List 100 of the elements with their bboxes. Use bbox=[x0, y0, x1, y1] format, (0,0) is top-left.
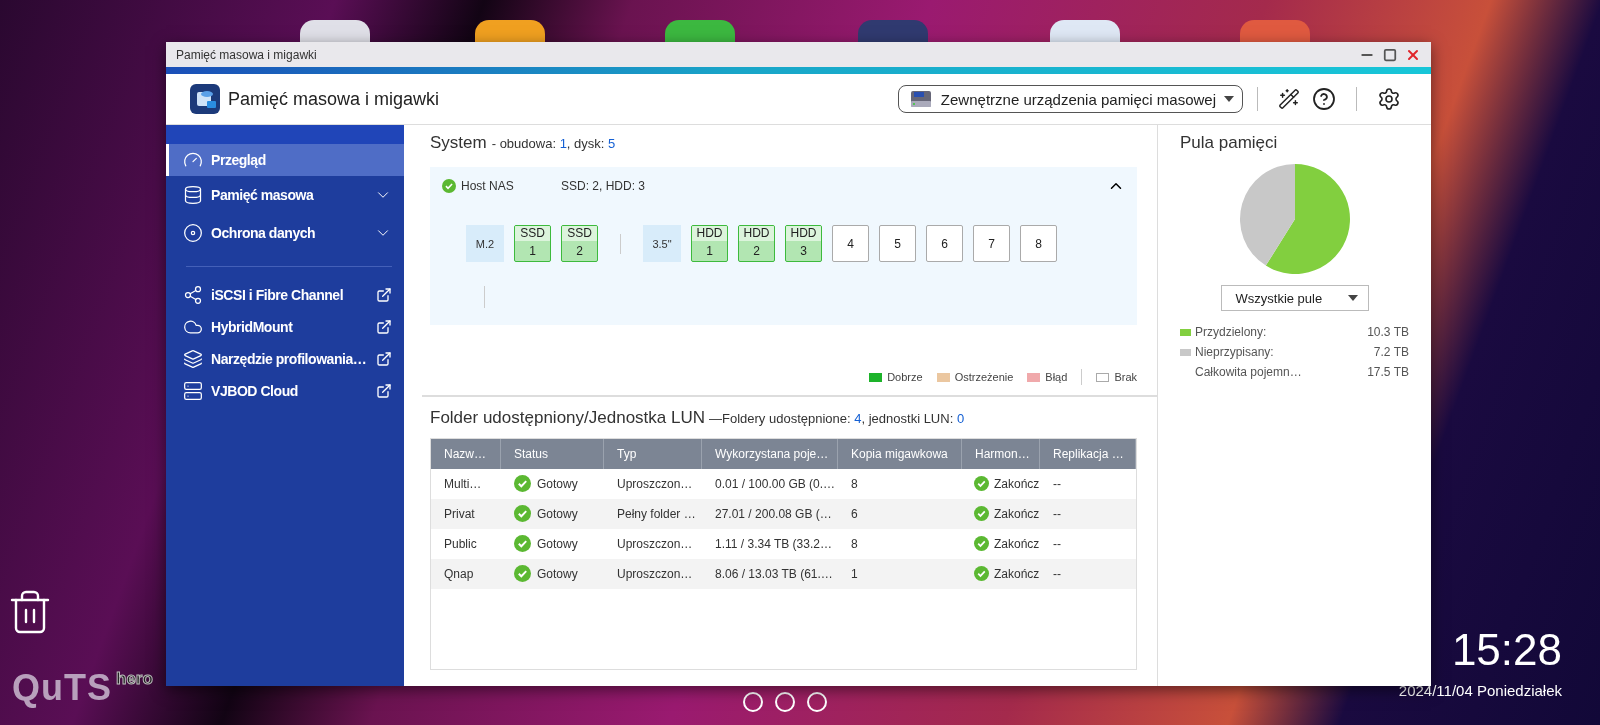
slot-number: 3 bbox=[799, 243, 808, 260]
sidebar-item[interactable]: VJBOD Cloud bbox=[166, 375, 404, 407]
table-cell-text: -- bbox=[1052, 475, 1062, 493]
table-cell-text: Multi… bbox=[443, 475, 483, 493]
schedule-text: Zakończ bbox=[994, 506, 1040, 521]
table-cell-text: Pełny folder … bbox=[616, 505, 697, 523]
sidebar-item-label: Przegląd bbox=[211, 152, 267, 168]
check-circle-icon bbox=[974, 566, 989, 581]
empty-slot[interactable]: 8 bbox=[1020, 225, 1057, 262]
slot-number: 2 bbox=[575, 243, 584, 260]
app-icon[interactable] bbox=[1050, 20, 1120, 42]
check-circle-icon bbox=[974, 476, 989, 491]
table-cell-text: 6 bbox=[850, 505, 859, 523]
sidebar-item-icon bbox=[183, 381, 203, 401]
disk-slot[interactable]: HDD 1 bbox=[691, 225, 728, 262]
app-title: Pamięć masowa i migawki bbox=[228, 88, 441, 110]
clock-time: 15:28 bbox=[1451, 628, 1562, 672]
sidebar-item[interactable]: iSCSI i Fibre Channel bbox=[166, 279, 404, 311]
sidebar-item[interactable]: Narzędzie profilowania… bbox=[166, 343, 404, 375]
sidebar-item-label: iSCSI i Fibre Channel bbox=[211, 287, 345, 303]
dock-icon[interactable] bbox=[775, 692, 795, 712]
bay-type-label: 3.5" bbox=[643, 225, 681, 262]
table-cell-text: -- bbox=[1052, 535, 1062, 553]
schedule-text: Zakończ bbox=[994, 476, 1040, 491]
table-cell-text: -- bbox=[1052, 505, 1062, 523]
logo-subtext: hero bbox=[116, 670, 153, 687]
caret-icon bbox=[1224, 96, 1234, 102]
app-logo-icon bbox=[190, 84, 220, 114]
disk-slot[interactable]: SSD 1 bbox=[514, 225, 551, 262]
status-text: Gotowy bbox=[537, 536, 578, 551]
settings-icon[interactable] bbox=[1377, 87, 1401, 111]
legend-label: Brak bbox=[1114, 371, 1137, 383]
dock-icon[interactable] bbox=[807, 692, 827, 712]
sidebar-item[interactable]: Przegląd bbox=[166, 144, 404, 176]
disk-slot[interactable]: HDD 2 bbox=[738, 225, 775, 262]
check-circle-icon bbox=[974, 506, 989, 521]
status-text: Gotowy bbox=[537, 476, 578, 491]
pool-dropdown[interactable]: Wszystkie pule bbox=[1220, 285, 1369, 311]
device-dropdown[interactable]: Zewnętrzne urządzenia pamięci masowej bbox=[897, 85, 1243, 113]
app-icon[interactable] bbox=[300, 20, 370, 42]
status-text: Gotowy bbox=[537, 506, 578, 521]
legend-label: Dobrze bbox=[887, 371, 923, 383]
sidebar-item-label: VJBOD Cloud bbox=[211, 383, 299, 399]
sidebar-item-label: Narzędzie profilowania… bbox=[211, 351, 368, 367]
app-icon[interactable] bbox=[475, 20, 545, 42]
table-cell-text: Uproszczon… bbox=[616, 535, 694, 553]
clock-date: 2024/11/04 Poniedziałek bbox=[1398, 682, 1562, 699]
empty-slot[interactable]: 4 bbox=[832, 225, 869, 262]
sidebar-item-icon bbox=[183, 285, 203, 305]
status-text: Gotowy bbox=[537, 566, 578, 581]
check-circle-icon bbox=[514, 475, 531, 492]
sidebar-item-label: HybridMount bbox=[211, 319, 294, 335]
sidebar-item[interactable]: Ochrona danych bbox=[166, 214, 404, 252]
bay-type-label: M.2 bbox=[466, 225, 504, 262]
dock-icon[interactable] bbox=[743, 692, 763, 712]
caret-icon bbox=[1347, 295, 1358, 301]
section-title: Folder udostępniony/Jednostka LUN bbox=[430, 408, 705, 428]
check-circle-icon bbox=[514, 565, 531, 582]
slot-number: 1 bbox=[705, 243, 714, 260]
empty-slot[interactable]: 5 bbox=[879, 225, 916, 262]
sidebar-item-label: Ochrona danych bbox=[211, 225, 317, 241]
help-icon[interactable] bbox=[1312, 87, 1336, 111]
table-cell-text: Uproszczon… bbox=[616, 475, 694, 493]
disk-slot[interactable]: HDD 3 bbox=[785, 225, 822, 262]
sidebar-item[interactable]: Pamięć masowa bbox=[166, 176, 404, 214]
sidebar-item-icon bbox=[183, 185, 203, 205]
sidebar-item[interactable]: HybridMount bbox=[166, 311, 404, 343]
table-cell-text: 27.01 / 200.08 GB (… bbox=[714, 505, 833, 523]
disk-slot[interactable]: SSD 2 bbox=[561, 225, 598, 262]
legend-label: Błąd bbox=[1045, 371, 1068, 383]
table-cell-text: 1.11 / 3.34 TB (33.2… bbox=[714, 535, 833, 553]
table-cell-text: Public bbox=[443, 535, 478, 553]
legend-label: Ostrzeżenie bbox=[954, 371, 1014, 383]
table-cell-text: 8 bbox=[850, 475, 859, 493]
sidebar-item-label: Pamięć masowa bbox=[211, 187, 315, 203]
empty-slot[interactable]: 7 bbox=[973, 225, 1010, 262]
logo-text: QuTS bbox=[12, 670, 112, 706]
table-cell-text: 1 bbox=[850, 565, 859, 583]
maximize-icon[interactable] bbox=[1383, 47, 1397, 62]
drive-icon bbox=[908, 89, 933, 109]
host-disk-summary: SSD: 2, HDD: 3 bbox=[561, 179, 647, 193]
stat-value: 7.2 TB bbox=[1373, 345, 1409, 359]
section-title: System bbox=[430, 133, 487, 153]
stat-label: Nieprzypisany: bbox=[1195, 345, 1275, 359]
sidebar-item-icon bbox=[183, 223, 203, 243]
wand-icon[interactable] bbox=[1278, 88, 1300, 110]
schedule-text: Zakończ bbox=[994, 536, 1040, 551]
disk-type: HDD bbox=[786, 226, 821, 241]
table-cell-text: Uproszczon… bbox=[616, 565, 694, 583]
empty-slot[interactable]: 6 bbox=[926, 225, 963, 262]
host-name: Host NAS bbox=[461, 179, 515, 193]
table-cell-text: 8 bbox=[850, 535, 859, 553]
external-link-icon bbox=[376, 351, 392, 367]
check-circle-icon bbox=[514, 505, 531, 522]
section-summary: —Foldery udostępnione: 4, jednostki LUN: 0 bbox=[709, 411, 965, 426]
disk-type: HDD bbox=[739, 226, 774, 241]
slot-number: 1 bbox=[528, 243, 537, 260]
schedule-text: Zakończ bbox=[994, 566, 1040, 581]
section-title: Pula pamięci bbox=[1180, 133, 1279, 153]
slot-number: 2 bbox=[752, 243, 761, 260]
